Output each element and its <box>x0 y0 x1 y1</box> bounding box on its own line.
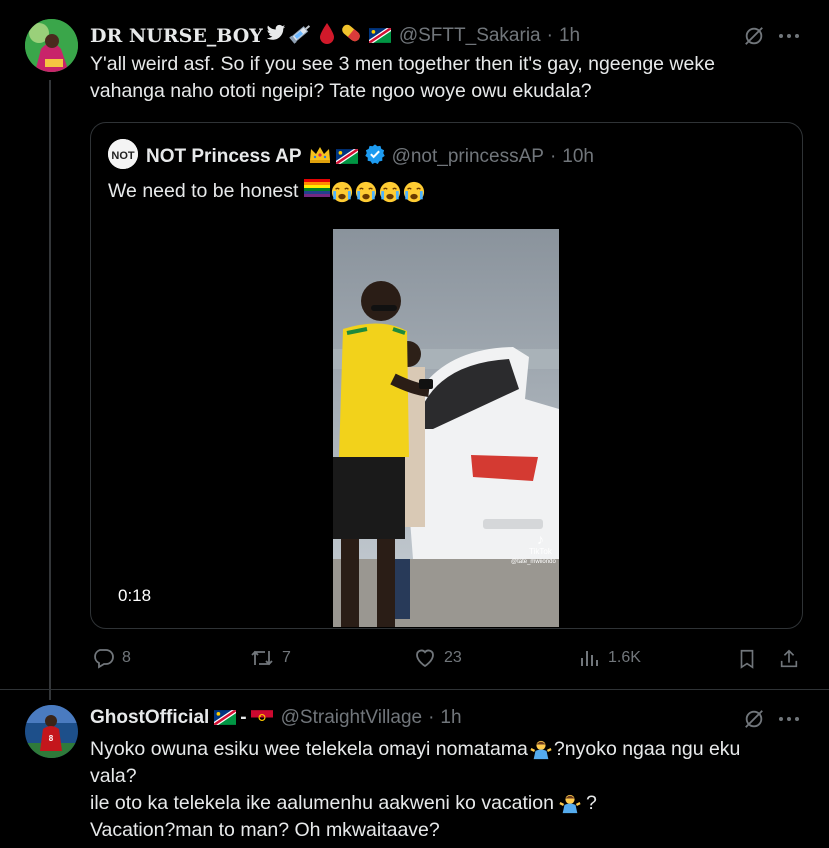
views-icon <box>581 651 598 666</box>
svg-text:8: 8 <box>49 734 54 743</box>
reply-display-name[interactable]: GhostOfficial <box>90 707 209 729</box>
video-player[interactable]: ♪ TikTok @tate_mwiiondo <box>333 229 559 627</box>
quoted-display-name[interactable]: NOT Princess AP <box>146 146 302 168</box>
quoted-timestamp[interactable]: 10h <box>562 146 594 168</box>
share-button[interactable] <box>777 647 801 671</box>
pill-icon <box>339 22 363 50</box>
more-icon[interactable] <box>776 24 802 48</box>
more-icon[interactable] <box>776 707 802 731</box>
like-count: 23 <box>444 649 462 666</box>
crown-icon <box>308 144 332 170</box>
namibia-flag-icon <box>367 25 393 47</box>
like-icon <box>416 649 434 668</box>
reply-handle[interactable]: @StraightVillage <box>281 707 422 729</box>
tiktok-username: @tate_mwiiondo <box>511 559 556 565</box>
reply-count: 8 <box>122 649 131 666</box>
tiktok-logo-icon: ♪ <box>536 531 544 547</box>
rainbow-flag-icon <box>304 178 331 205</box>
quoted-header: NOT Princess AP @not_princessAP · 10h <box>146 143 594 171</box>
namibia-flag-icon <box>334 146 360 168</box>
reply-timestamp[interactable]: 1h <box>440 707 461 729</box>
timestamp[interactable]: 1h <box>559 25 580 47</box>
quoted-avatar[interactable]: NOT <box>108 139 138 169</box>
crying-face-icon <box>378 178 402 205</box>
repost-button[interactable]: 7 <box>249 646 291 670</box>
handle[interactable]: @SFTT_Sakaria <box>399 25 541 47</box>
svg-text:NOT: NOT <box>111 150 135 162</box>
divider <box>0 689 829 690</box>
shrugging-man-icon <box>529 736 553 763</box>
verified-icon[interactable] <box>364 143 386 171</box>
grok-icon[interactable] <box>742 707 766 731</box>
bookmark-button[interactable] <box>735 647 759 671</box>
grok-icon[interactable] <box>742 24 766 48</box>
bookmark-icon <box>740 649 754 669</box>
reply-text: Nyoko owuna esiku wee telekela omayi nom… <box>90 736 741 841</box>
syringe-icon <box>289 22 313 50</box>
quoted-text: We need to be honest <box>108 178 426 205</box>
quoted-handle[interactable]: @not_princessAP <box>392 146 544 168</box>
display-name[interactable]: DR NURSE_BOY <box>90 25 263 47</box>
reply-header: GhostOfficial - @StraightVillage · 1h <box>90 707 462 729</box>
shrugging-man-icon <box>558 790 582 817</box>
tiktok-watermark: ♪ TikTok <box>529 531 552 556</box>
repost-icon <box>251 650 273 666</box>
video-duration: 0:18 <box>118 586 152 605</box>
repost-count: 7 <box>282 649 291 666</box>
crying-face-icon <box>354 178 378 205</box>
avatar[interactable] <box>25 19 78 72</box>
crying-face-icon <box>330 178 354 205</box>
namibia-flag-icon <box>212 707 238 729</box>
twitter-bird-icon <box>266 24 286 48</box>
crying-face-icon <box>402 178 426 205</box>
tweet-header: DR NURSE_BOY @SFTT_Sakaria · 1h <box>90 22 580 50</box>
like-button[interactable]: 23 <box>413 646 462 670</box>
views-button[interactable]: 1.6K <box>577 646 641 670</box>
reply-button[interactable]: 8 <box>91 646 131 670</box>
reply-avatar[interactable]: 8 <box>25 705 78 758</box>
angola-flag-icon <box>249 707 275 729</box>
name-separator: - <box>240 707 247 728</box>
blood-drop-icon <box>319 22 335 50</box>
views-count: 1.6K <box>608 649 641 666</box>
reply-icon <box>94 649 114 669</box>
tweet-text: Y'all weird asf. So if you see 3 men tog… <box>90 53 715 102</box>
thread-line <box>49 80 51 700</box>
share-icon <box>780 649 798 668</box>
